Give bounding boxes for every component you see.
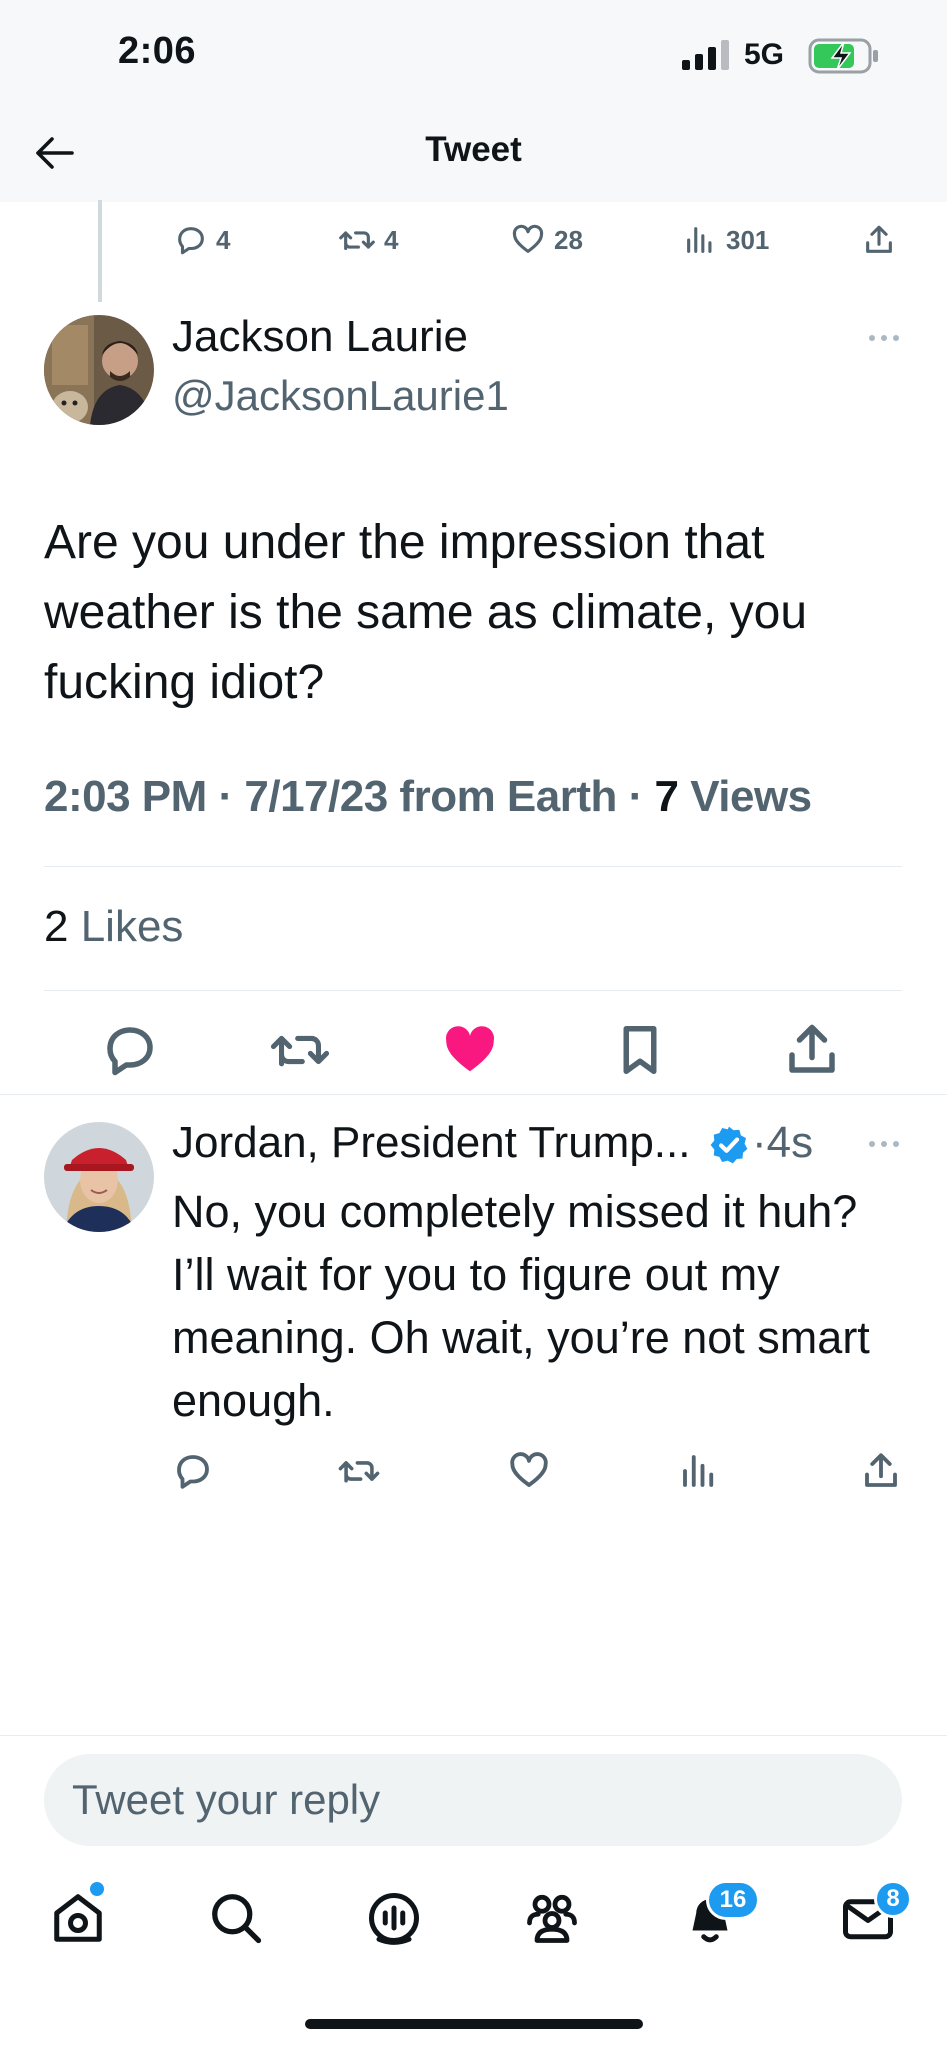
bookmark-icon — [610, 1020, 670, 1080]
reply-timestamp: ·4s — [752, 1118, 814, 1167]
author-handle[interactable]: @JacksonLaurie1 — [172, 372, 509, 420]
retweet-count: 4 — [384, 224, 399, 255]
analytics-icon — [678, 1450, 720, 1492]
reply-author-name[interactable]: Jordan, President Trump... — [172, 1118, 690, 1168]
divider — [44, 866, 902, 867]
views-count: 301 — [726, 224, 770, 255]
reply-share-button[interactable] — [860, 1450, 902, 1492]
signal-icon — [680, 40, 732, 70]
retweet-icon — [338, 223, 376, 257]
views-count-button[interactable]: 301 — [682, 220, 769, 260]
search-icon — [206, 1888, 266, 1948]
notifications-badge: 16 — [706, 1880, 760, 1920]
reply-like-button[interactable] — [508, 1450, 550, 1492]
like-count-button[interactable]: 28 — [510, 220, 583, 260]
retweet-count-button[interactable]: 4 — [338, 220, 398, 260]
likes-label: Likes — [68, 902, 184, 951]
like-button[interactable] — [440, 1020, 500, 1080]
more-options-icon[interactable] — [866, 332, 902, 344]
reply-retweet-button[interactable] — [338, 1450, 380, 1492]
share-button[interactable] — [862, 220, 896, 260]
messages-badge: 8 — [874, 1880, 912, 1918]
reply-icon — [174, 223, 208, 257]
battery-charging-icon — [808, 38, 880, 74]
thread-line — [98, 200, 102, 302]
reply-text: No, you completely missed it huh? I’ll w… — [172, 1186, 870, 1426]
tweet-timestamp: 2:03 PM · 7/17/23 from Earth · — [44, 772, 655, 821]
tab-communities[interactable] — [522, 1888, 582, 1948]
divider — [0, 1094, 947, 1095]
home-notification-dot — [88, 1880, 106, 1898]
avatar[interactable] — [44, 1122, 154, 1232]
views-label: Views — [678, 772, 812, 821]
network-label: 5G — [744, 38, 785, 71]
share-icon — [860, 1450, 902, 1492]
share-icon — [782, 1020, 842, 1080]
tab-spaces[interactable] — [364, 1888, 424, 1948]
reply-count: 4 — [216, 224, 231, 255]
tweet-meta: 2:03 PM · 7/17/23 from Earth · 7 Views — [44, 772, 812, 822]
author-name[interactable]: Jackson Laurie — [172, 312, 468, 362]
likes-summary[interactable]: 2 Likes — [44, 902, 183, 952]
retweet-icon — [270, 1020, 330, 1080]
views-number: 7 — [654, 772, 679, 821]
status-time: 2:06 — [118, 30, 197, 72]
page-title: Tweet — [425, 130, 522, 169]
divider — [0, 1735, 947, 1736]
reply-input[interactable] — [44, 1754, 902, 1846]
heart-icon — [510, 223, 546, 257]
retweet-icon — [338, 1450, 380, 1492]
reply-views-button[interactable] — [678, 1450, 720, 1492]
likes-number: 2 — [44, 902, 69, 951]
share-icon — [862, 223, 896, 257]
communities-icon — [522, 1888, 582, 1948]
spaces-icon — [364, 1888, 424, 1948]
bookmark-button[interactable] — [610, 1020, 670, 1080]
heart-filled-icon — [440, 1020, 500, 1080]
reply-reply-button[interactable] — [172, 1450, 214, 1492]
reply-button[interactable] — [100, 1020, 160, 1080]
reply-count-button[interactable]: 4 — [174, 220, 230, 260]
analytics-icon — [682, 223, 718, 257]
reply-icon — [172, 1450, 214, 1492]
avatar[interactable] — [44, 315, 154, 425]
heart-icon — [508, 1450, 550, 1492]
more-options-icon[interactable] — [866, 1138, 902, 1150]
retweet-button[interactable] — [270, 1020, 330, 1080]
share-button[interactable] — [782, 1020, 842, 1080]
tweet-text: Are you under the impression that weathe… — [44, 516, 808, 709]
divider — [44, 990, 902, 991]
reply-icon — [100, 1020, 160, 1080]
home-indicator — [305, 2019, 643, 2029]
tab-search[interactable] — [206, 1888, 266, 1948]
like-count: 28 — [554, 224, 583, 255]
verified-badge-icon — [708, 1124, 750, 1166]
